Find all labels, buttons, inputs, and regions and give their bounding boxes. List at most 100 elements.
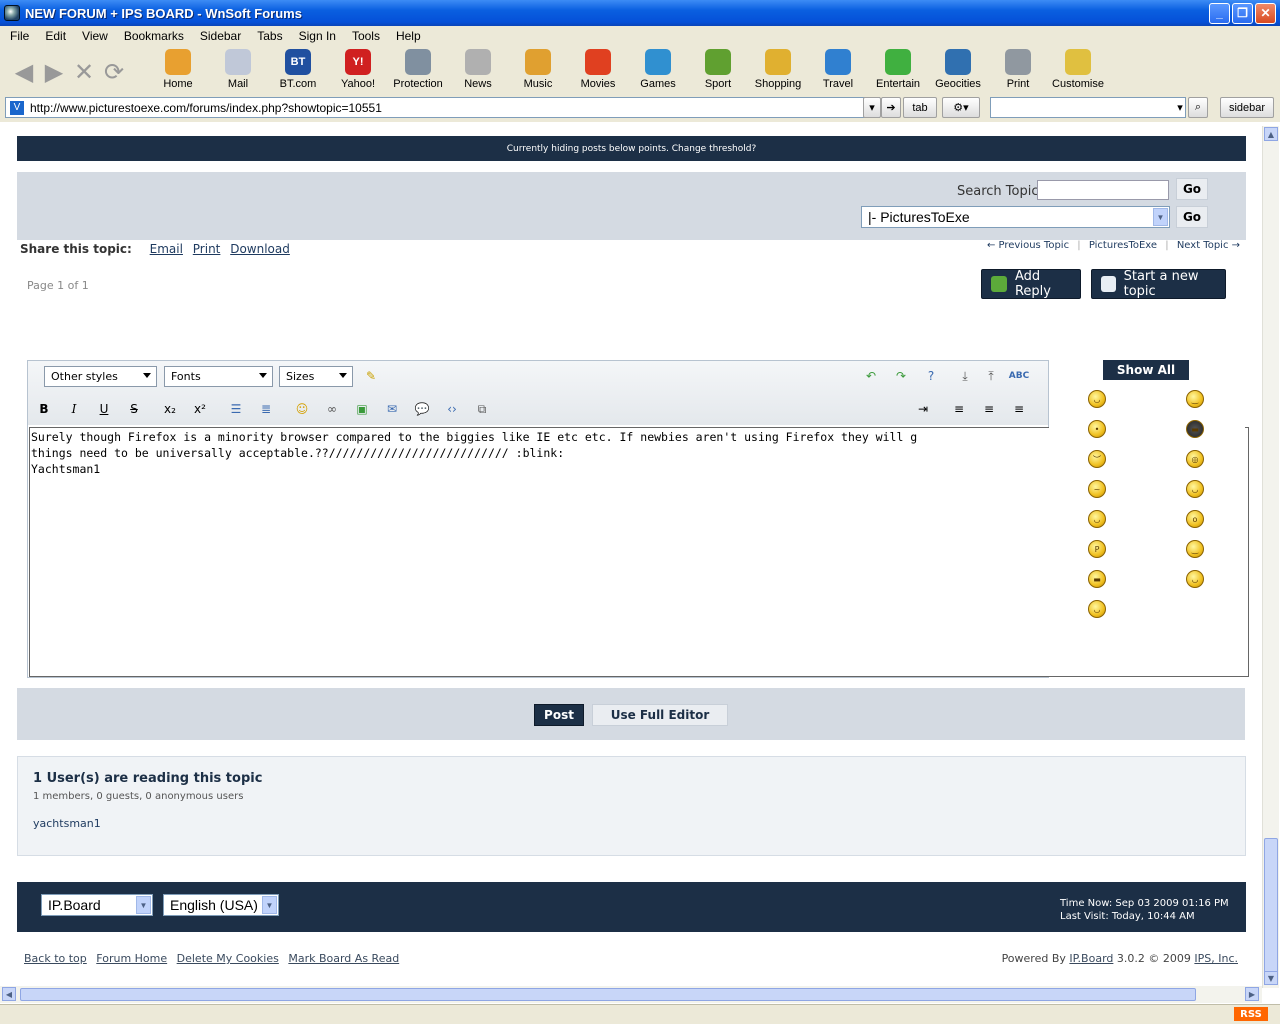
toolbar-music-button[interactable]: Music bbox=[508, 48, 568, 94]
ipboard-link[interactable]: IP.Board bbox=[1069, 952, 1113, 965]
toolbar-print-button[interactable]: Print bbox=[988, 48, 1048, 94]
share-download-link[interactable]: Download bbox=[230, 242, 290, 256]
skin-select[interactable]: IP.Board ▼ bbox=[41, 894, 153, 916]
menu-sidebar[interactable]: Sidebar bbox=[190, 29, 247, 43]
search-go-button[interactable]: Go bbox=[1176, 178, 1208, 200]
emoticon-tongue-icon[interactable]: P bbox=[1088, 540, 1106, 558]
search-dropdown-icon[interactable]: ▾ bbox=[1172, 97, 1188, 118]
scroll-down-icon[interactable]: ▼ bbox=[1264, 971, 1278, 985]
numbered-list-icon[interactable]: ≣ bbox=[257, 400, 275, 418]
emoticon-happy-icon[interactable]: ◡ bbox=[1088, 390, 1106, 408]
fonts-select[interactable]: Fonts bbox=[164, 366, 273, 387]
post-button[interactable]: Post bbox=[534, 704, 584, 726]
tools-dropdown-icon[interactable]: ⚙▾ bbox=[942, 97, 980, 118]
search-icon[interactable]: ⌕ bbox=[1188, 97, 1208, 118]
toolbar-protection-button[interactable]: Protection bbox=[388, 48, 448, 94]
toolbar-movies-button[interactable]: Movies bbox=[568, 48, 628, 94]
media-icon[interactable]: ⧉ bbox=[473, 400, 491, 418]
vertical-scrollbar[interactable]: ▲ ▼ bbox=[1262, 126, 1279, 988]
next-topic-link[interactable]: Next Topic → bbox=[1177, 240, 1240, 251]
forum-go-button[interactable]: Go bbox=[1176, 206, 1208, 228]
back-arrow-icon[interactable]: ◀ bbox=[12, 58, 36, 86]
sidebar-button[interactable]: sidebar bbox=[1220, 97, 1274, 118]
italic-icon[interactable]: I bbox=[65, 400, 83, 418]
tab-button[interactable]: tab bbox=[903, 97, 937, 118]
emoticon-wacko-icon[interactable]: ◎ bbox=[1186, 450, 1204, 468]
menu-tools[interactable]: Tools bbox=[342, 29, 386, 43]
menu-help[interactable]: Help bbox=[386, 29, 427, 43]
sizes-select[interactable]: Sizes bbox=[279, 366, 353, 387]
toolbar-entertain-button[interactable]: Entertain bbox=[868, 48, 928, 94]
scroll-right-icon[interactable]: ▶ bbox=[1245, 987, 1259, 1001]
insert-above-icon[interactable]: ⤒ bbox=[982, 367, 1000, 385]
emoticon-blink-icon[interactable]: • bbox=[1088, 420, 1106, 438]
toolbar-home-button[interactable]: Home bbox=[148, 48, 208, 94]
minimize-button[interactable]: _ bbox=[1209, 2, 1230, 24]
forum-home-link[interactable]: Forum Home bbox=[96, 952, 167, 965]
forum-link[interactable]: PicturesToExe bbox=[1089, 240, 1157, 251]
align-right-icon[interactable]: ≡ bbox=[1010, 400, 1028, 418]
emoticon-unsure-icon[interactable]: ~ bbox=[1088, 480, 1106, 498]
share-email-link[interactable]: Email bbox=[150, 242, 183, 256]
menu-view[interactable]: View bbox=[72, 29, 114, 43]
quote-icon[interactable]: 💬 bbox=[413, 400, 431, 418]
scroll-up-icon[interactable]: ▲ bbox=[1264, 127, 1278, 141]
align-left-icon[interactable]: ≡ bbox=[950, 400, 968, 418]
url-field[interactable]: V http://www.picturestoexe.com/forums/in… bbox=[5, 97, 880, 118]
insert-below-icon[interactable]: ⤓ bbox=[956, 367, 974, 385]
stop-icon[interactable]: ✕ bbox=[72, 58, 96, 86]
use-full-editor-button[interactable]: Use Full Editor bbox=[592, 704, 728, 726]
emoticon-smile-icon[interactable]: ◡ bbox=[1088, 600, 1106, 618]
previous-topic-link[interactable]: ← Previous Topic bbox=[987, 240, 1069, 251]
emoticon-cool-icon[interactable]: ▬ bbox=[1088, 570, 1106, 588]
help-icon[interactable]: ? bbox=[922, 367, 940, 385]
emoticon-ninja-icon[interactable]: ▬ bbox=[1186, 420, 1204, 438]
delete-cookies-link[interactable]: Delete My Cookies bbox=[177, 952, 279, 965]
back-to-top-link[interactable]: Back to top bbox=[24, 952, 87, 965]
maximize-button[interactable]: ❐ bbox=[1232, 2, 1253, 24]
menu-tabs[interactable]: Tabs bbox=[247, 29, 288, 43]
mark-read-link[interactable]: Mark Board As Read bbox=[288, 952, 399, 965]
toolbar-btcom-button[interactable]: BT BT.com bbox=[268, 48, 328, 94]
reader-user-link[interactable]: yachtsman1 bbox=[33, 817, 101, 830]
toolbar-mail-button[interactable]: Mail bbox=[208, 48, 268, 94]
show-all-emoticons-button[interactable]: Show All bbox=[1103, 360, 1189, 380]
underline-icon[interactable]: U bbox=[95, 400, 113, 418]
emoticon-angry-icon[interactable]: ︶ bbox=[1088, 450, 1106, 468]
strikethrough-icon[interactable]: S bbox=[125, 400, 143, 418]
emoticon-wink-icon[interactable]: ◡ bbox=[1088, 510, 1106, 528]
forward-arrow-icon[interactable]: ▶ bbox=[42, 58, 66, 86]
scroll-left-icon[interactable]: ◀ bbox=[2, 987, 16, 1001]
menu-sign-in[interactable]: Sign In bbox=[289, 29, 342, 43]
email-icon[interactable]: ✉ bbox=[383, 400, 401, 418]
search-topic-input[interactable] bbox=[1037, 180, 1169, 200]
toolbar-sport-button[interactable]: Sport bbox=[688, 48, 748, 94]
threshold-message[interactable]: Currently hiding posts below points. Cha… bbox=[507, 144, 757, 154]
align-center-icon[interactable]: ≡ bbox=[980, 400, 998, 418]
color-picker-icon[interactable]: ✎ bbox=[362, 367, 380, 385]
toolbar-geocities-button[interactable]: Geocities bbox=[928, 48, 988, 94]
toolbar-yahoo-button[interactable]: Y! Yahoo! bbox=[328, 48, 388, 94]
add-reply-button[interactable]: Add Reply bbox=[981, 269, 1081, 299]
close-button[interactable]: ✕ bbox=[1255, 2, 1276, 24]
toolbar-travel-button[interactable]: Travel bbox=[808, 48, 868, 94]
menu-file[interactable]: File bbox=[0, 29, 35, 43]
menu-edit[interactable]: Edit bbox=[35, 29, 72, 43]
go-arrow-icon[interactable]: ➔ bbox=[881, 97, 901, 118]
emoticon-ohmy-icon[interactable]: o bbox=[1186, 510, 1204, 528]
forum-jump-select[interactable]: |- PicturesToExe ▼ bbox=[861, 206, 1170, 228]
horizontal-scrollbar[interactable]: ◀ ▶ bbox=[0, 986, 1262, 1003]
styles-select[interactable]: Other styles bbox=[44, 366, 157, 387]
url-dropdown-icon[interactable]: ▾ bbox=[863, 97, 881, 118]
link-icon[interactable]: ∞ bbox=[323, 400, 341, 418]
bullet-list-icon[interactable]: ☰ bbox=[227, 400, 245, 418]
reload-icon[interactable]: ⟳ bbox=[102, 58, 126, 86]
toolbar-shopping-button[interactable]: Shopping bbox=[748, 48, 808, 94]
indent-icon[interactable]: ⇥ bbox=[914, 400, 932, 418]
subscript-icon[interactable]: x₂ bbox=[161, 400, 179, 418]
superscript-icon[interactable]: x² bbox=[191, 400, 209, 418]
redo-icon[interactable]: ↷ bbox=[892, 367, 910, 385]
toolbar-games-button[interactable]: Games bbox=[628, 48, 688, 94]
language-select[interactable]: English (USA) ▼ bbox=[163, 894, 279, 916]
share-print-link[interactable]: Print bbox=[193, 242, 221, 256]
